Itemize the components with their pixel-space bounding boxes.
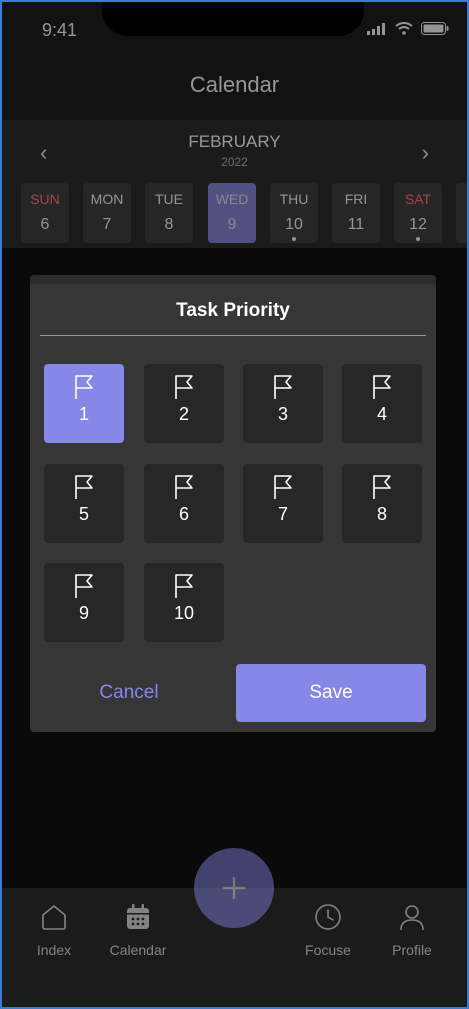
priority-option-4[interactable]: 4 xyxy=(342,364,422,443)
signal-icon xyxy=(367,22,385,35)
flag-icon xyxy=(75,475,93,499)
task-indicator-dot xyxy=(292,237,296,241)
flag-icon xyxy=(75,375,93,399)
priority-option-3[interactable]: 3 xyxy=(243,364,323,443)
day-number: 9 xyxy=(227,216,237,233)
priority-option-9[interactable]: 9 xyxy=(44,563,124,642)
priority-option-1[interactable]: 1 xyxy=(44,364,124,443)
flag-icon xyxy=(175,475,193,499)
priority-option-10[interactable]: 10 xyxy=(144,563,224,642)
status-bar: 9:41 xyxy=(2,2,467,58)
priority-number: 6 xyxy=(178,504,189,524)
home-icon xyxy=(42,905,66,930)
day-name: FRI xyxy=(344,191,368,207)
day-sun[interactable]: SUN 6 xyxy=(21,183,69,243)
day-mon[interactable]: MON 7 xyxy=(83,183,131,243)
dialog-title: Task Priority xyxy=(176,300,290,321)
page-title: Calendar xyxy=(189,72,280,97)
day-number: 12 xyxy=(409,216,427,233)
day-name: TUE xyxy=(155,191,183,207)
flag-icon xyxy=(373,475,391,499)
priority-option-2[interactable]: 2 xyxy=(144,364,224,443)
priority-number: 3 xyxy=(277,404,288,424)
priority-number: 4 xyxy=(376,404,387,424)
tab-profile[interactable]: Profile xyxy=(372,902,452,958)
calendar-week-strip: ‹ FEBRUARY 2022 › SUN 6 MON 7 TUE 8 WED … xyxy=(2,120,467,248)
cancel-button[interactable]: Cancel xyxy=(44,664,214,722)
priority-option-5[interactable]: 5 xyxy=(44,464,124,543)
chevron-right-icon[interactable]: › xyxy=(422,140,429,166)
task-indicator-dot xyxy=(416,237,420,241)
dialog-divider xyxy=(40,335,426,336)
day-name: WED xyxy=(215,191,249,207)
day-name: SAT xyxy=(404,191,432,207)
priority-number: 5 xyxy=(78,504,89,524)
device-notch xyxy=(102,2,364,36)
priority-number: 10 xyxy=(173,603,195,623)
task-priority-dialog: Task Priority 1 2 3 4 5 6 7 8 9 10 Cance… xyxy=(30,284,436,732)
tab-label: Calendar xyxy=(109,942,167,958)
priority-number: 1 xyxy=(78,404,89,424)
day-sat[interactable]: SAT 12 xyxy=(394,183,442,243)
day-number: 10 xyxy=(285,216,303,233)
calendar-month: FEBRUARY xyxy=(188,132,281,151)
priority-number: 7 xyxy=(277,504,288,524)
priority-number: 8 xyxy=(376,504,387,524)
day-number: 11 xyxy=(347,216,365,233)
wifi-icon xyxy=(395,22,413,35)
tab-label: Profile xyxy=(392,942,432,958)
status-time: 9:41 xyxy=(42,20,78,40)
tab-focuse[interactable]: Focuse xyxy=(288,902,368,958)
user-icon xyxy=(400,905,424,931)
flag-icon xyxy=(274,475,292,499)
day-name: THU xyxy=(279,191,309,207)
priority-option-8[interactable]: 8 xyxy=(342,464,422,543)
day-next-partial xyxy=(456,183,467,243)
priority-number: 2 xyxy=(178,404,189,424)
priority-number: 9 xyxy=(78,603,89,623)
day-number: 6 xyxy=(40,216,50,233)
flag-icon xyxy=(274,375,292,399)
add-task-button[interactable] xyxy=(194,848,274,928)
day-name: MON xyxy=(90,191,124,207)
plus-icon xyxy=(222,876,246,900)
phone-screen: 9:41 Calendar ‹ FEBRUARY 2022 › SUN 6 MO… xyxy=(2,2,467,1007)
day-number: 7 xyxy=(102,216,112,233)
calendar-year: 2022 xyxy=(221,155,248,169)
tab-label: Index xyxy=(36,942,72,958)
calendar-icon xyxy=(127,904,149,929)
battery-icon xyxy=(421,22,449,35)
day-fri[interactable]: FRI 11 xyxy=(332,183,380,243)
save-button[interactable]: Save xyxy=(236,664,426,722)
flag-icon xyxy=(373,375,391,399)
clock-icon xyxy=(315,904,341,930)
day-thu[interactable]: THU 10 xyxy=(270,183,318,243)
day-name: SUN xyxy=(30,191,60,207)
tab-index[interactable]: Index xyxy=(14,902,94,958)
tab-calendar[interactable]: Calendar xyxy=(98,902,178,958)
tab-label: Focuse xyxy=(305,942,351,958)
flag-icon xyxy=(75,574,93,598)
flag-icon xyxy=(175,375,193,399)
day-wed-selected[interactable]: WED 9 xyxy=(208,183,256,243)
flag-icon xyxy=(175,574,193,598)
day-number: 8 xyxy=(164,216,174,233)
priority-option-7[interactable]: 7 xyxy=(243,464,323,543)
day-tue[interactable]: TUE 8 xyxy=(145,183,193,243)
priority-option-6[interactable]: 6 xyxy=(144,464,224,543)
